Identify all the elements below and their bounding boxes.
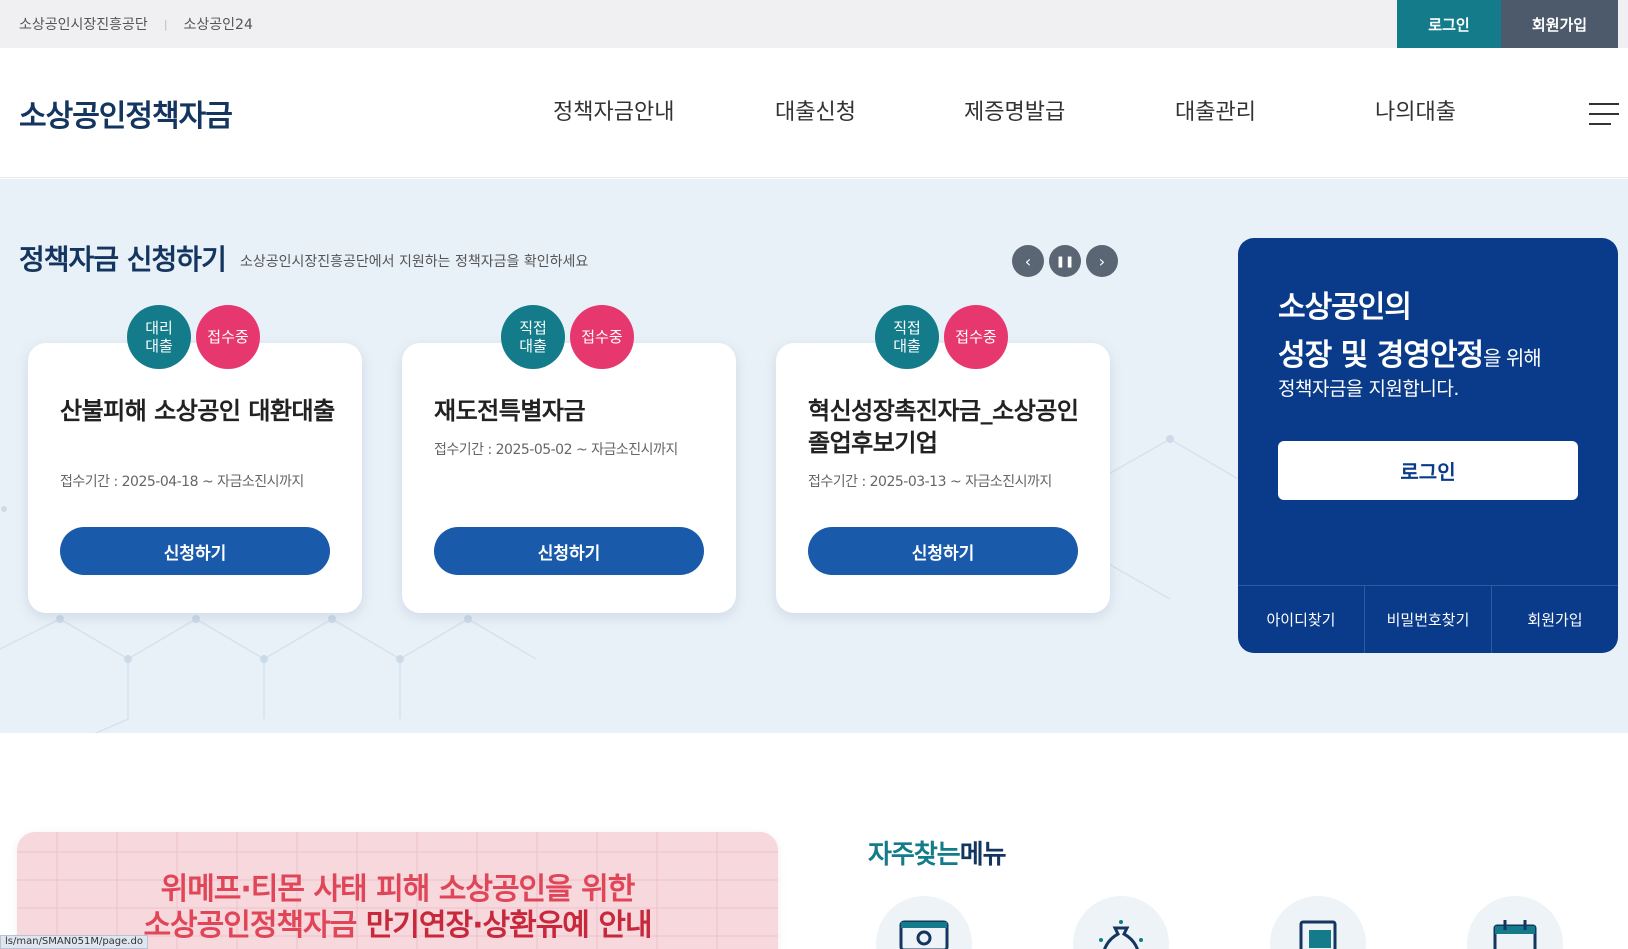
site-logo[interactable]: 소상공인정책자금 bbox=[19, 91, 233, 135]
login-message-line2: 성장 및 경영안정을 위해 bbox=[1278, 330, 1542, 374]
link-divider: | bbox=[163, 17, 168, 31]
browser-status-url: ls/man/SMAN051M/page.do bbox=[0, 935, 148, 949]
find-password-link[interactable]: 비밀번호찾기 bbox=[1365, 586, 1492, 653]
pause-icon[interactable]: ❚❚ bbox=[1049, 245, 1081, 277]
favorites-title-a: 자주찾는 bbox=[868, 840, 961, 870]
fund-period: 접수기간 : 2025-05-02 ~ 자금소진시까지 bbox=[434, 442, 678, 458]
login-message-bold: 성장 및 경영안정 bbox=[1278, 338, 1484, 373]
top-join-button[interactable]: 회원가입 bbox=[1501, 0, 1618, 48]
loan-type-badge: 직접 대출 bbox=[875, 305, 939, 369]
link-semas[interactable]: 소상공인시장진흥공단 bbox=[19, 14, 148, 34]
fund-title: 혁신성장촉진자금_소상공인 졸업후보기업 bbox=[808, 397, 1079, 457]
money-bag-icon[interactable] bbox=[1073, 896, 1169, 949]
top-login-button[interactable]: 로그인 bbox=[1397, 0, 1501, 48]
panel-login-button[interactable]: 로그인 bbox=[1278, 441, 1578, 500]
link-sbiz24[interactable]: 소상공인24 bbox=[184, 14, 253, 34]
fund-title: 재도전특별자금 bbox=[434, 397, 586, 425]
prev-arrow-icon[interactable]: ‹ bbox=[1012, 245, 1044, 277]
nav-policy-fund-info[interactable]: 정책자금안내 bbox=[553, 94, 674, 126]
status-badge: 접수중 bbox=[570, 305, 634, 369]
status-badge: 접수중 bbox=[944, 305, 1008, 369]
fund-card: 직접 대출 접수중 혁신성장촉진자금_소상공인 졸업후보기업 접수기간 : 202… bbox=[776, 305, 1110, 613]
apply-button[interactable]: 신청하기 bbox=[60, 527, 330, 575]
notice-line2-a: 소상공인정책자금 bbox=[143, 908, 366, 943]
document-icon[interactable] bbox=[1270, 896, 1366, 949]
apply-button[interactable]: 신청하기 bbox=[434, 527, 704, 575]
calendar-icon[interactable] bbox=[1467, 896, 1563, 949]
signup-link[interactable]: 회원가입 bbox=[1492, 586, 1618, 653]
loan-type-badge: 직접 대출 bbox=[501, 305, 565, 369]
nav-loan-application[interactable]: 대출신청 bbox=[775, 94, 856, 126]
fund-card: 대리 대출 접수중 산불피해 소상공인 대환대출 접수기간 : 2025-04-1… bbox=[28, 305, 362, 613]
login-message-line1: 소상공인의 bbox=[1278, 290, 1412, 325]
loan-type-badge: 대리 대출 bbox=[127, 305, 191, 369]
hero-section: 정책자금 신청하기 소상공인시장진흥공단에서 지원하는 정책자금을 확인하세요 … bbox=[0, 179, 1628, 733]
nav-my-loan[interactable]: 나의대출 bbox=[1375, 94, 1456, 126]
fund-card: 직접 대출 접수중 재도전특별자금 접수기간 : 2025-05-02 ~ 자금소… bbox=[402, 305, 736, 613]
account-links: 아이디찾기 비밀번호찾기 회원가입 bbox=[1238, 585, 1618, 653]
favorites-title-b: 메뉴 bbox=[959, 840, 1007, 870]
nav-loan-management[interactable]: 대출관리 bbox=[1175, 94, 1256, 126]
next-arrow-icon[interactable]: › bbox=[1086, 245, 1118, 277]
login-message-rest: 을 위해 bbox=[1483, 346, 1542, 370]
site-header: 소상공인정책자금 정책자금안내 대출신청 제증명발급 대출관리 나의대출 bbox=[0, 48, 1628, 178]
section-subtitle: 소상공인시장진흥공단에서 지원하는 정책자금을 확인하세요 bbox=[240, 254, 589, 270]
notice-line2-b: 만기연장·상환유예 안내 bbox=[365, 908, 653, 943]
fund-period: 접수기간 : 2025-03-13 ~ 자금소진시까지 bbox=[808, 474, 1052, 490]
fund-period: 접수기간 : 2025-04-18 ~ 자금소진시까지 bbox=[60, 474, 304, 490]
favorites-title: 자주찾는메뉴 bbox=[868, 834, 1007, 871]
login-message-line3: 정책자금을 지원합니다. bbox=[1278, 378, 1459, 400]
money-icon[interactable] bbox=[876, 896, 972, 949]
nav-certificate-issuance[interactable]: 제증명발급 bbox=[964, 94, 1065, 126]
apply-button[interactable]: 신청하기 bbox=[808, 527, 1078, 575]
status-badge: 접수중 bbox=[196, 305, 260, 369]
login-panel: 소상공인의 성장 및 경영안정을 위해 정책자금을 지원합니다. 로그인 아이디… bbox=[1238, 238, 1618, 653]
section-title: 정책자금 신청하기 bbox=[19, 243, 227, 276]
fund-title: 산불피해 소상공인 대환대출 bbox=[60, 397, 335, 425]
find-id-link[interactable]: 아이디찾기 bbox=[1238, 586, 1365, 653]
utility-bar: 소상공인시장진흥공단 | 소상공인24 로그인 회원가입 bbox=[0, 0, 1628, 48]
menu-icon[interactable] bbox=[1589, 103, 1619, 125]
notice-banner[interactable]: 위메프·티몬 사태 피해 소상공인을 위한 소상공인정책자금 만기연장·상환유예… bbox=[17, 832, 778, 949]
family-links: 소상공인시장진흥공단 | 소상공인24 bbox=[19, 14, 253, 34]
